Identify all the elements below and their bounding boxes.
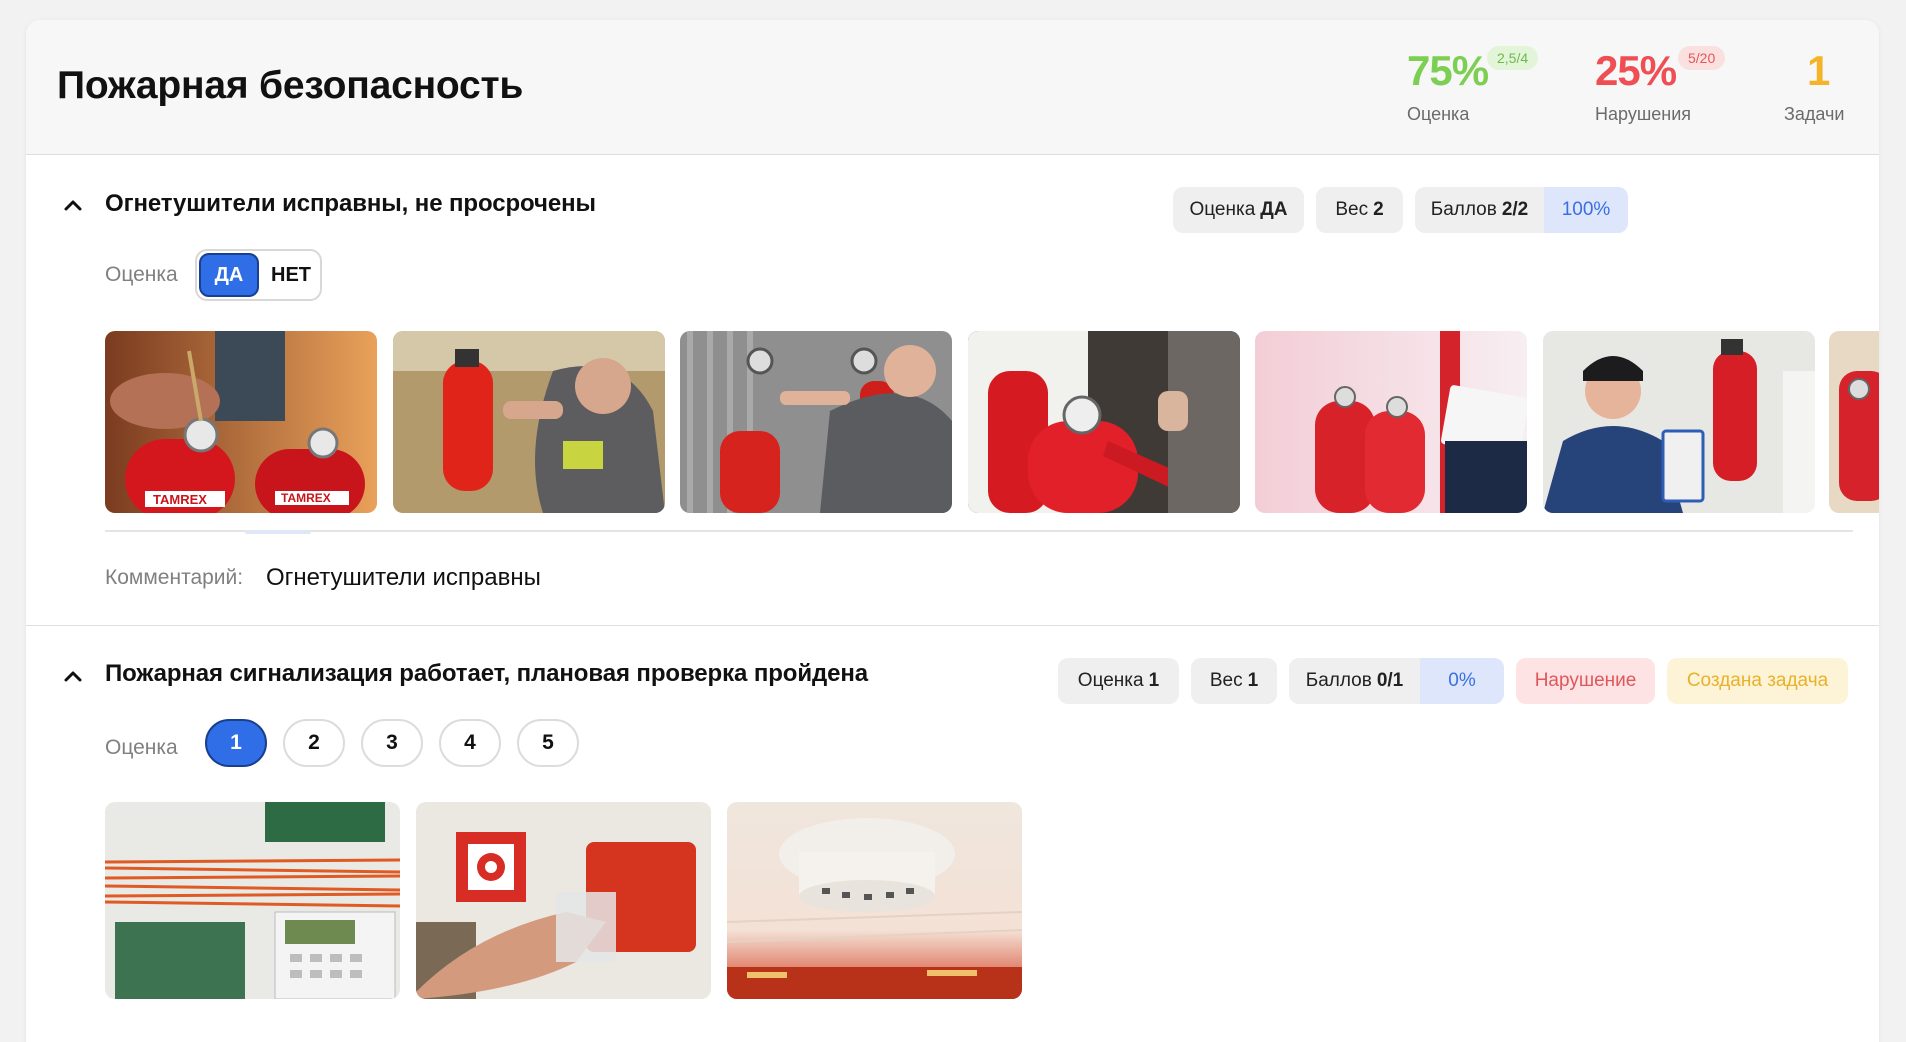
photo-thumbnail[interactable] [680, 331, 952, 513]
comment-text: Огнетушители исправны [266, 564, 541, 591]
photo-thumbnail[interactable] [1829, 331, 1879, 513]
tasks-label: Задачи [1784, 104, 1845, 124]
score-pill-value: 1 [1148, 670, 1160, 691]
tasks-metric[interactable]: 1 Задачи [1784, 50, 1844, 125]
weight-pill-value: 2 [1373, 199, 1384, 220]
collapse-chevron-up-icon[interactable] [62, 194, 84, 216]
page-title: Пожарная безопасность [57, 64, 524, 107]
score-badge: 2,5/4 [1487, 46, 1539, 70]
rating-option-5[interactable]: 5 [517, 719, 579, 767]
fire-extinguisher-closeup-photo-icon [968, 331, 1240, 513]
no-button[interactable]: НЕТ [265, 253, 317, 297]
photo-thumbnail[interactable] [1543, 331, 1815, 513]
yes-no-toggle: ДА НЕТ [195, 249, 322, 301]
violations-metric: 25% 5/20 Нарушения [1595, 46, 1726, 125]
task-created-badge[interactable]: Создана задача [1667, 658, 1848, 704]
photo-thumbnail[interactable] [727, 802, 1022, 999]
rating-label: Оценка [105, 736, 178, 759]
score-label: Оценка [1407, 104, 1470, 124]
weight-pill-label: Вес [1335, 199, 1369, 220]
section-divider [26, 625, 1879, 626]
violations-value: 25% [1595, 47, 1677, 94]
photo-thumbnail[interactable]: TAMREX TAMREX [105, 331, 377, 513]
points-pill-value: 2/2 [1501, 199, 1529, 220]
weight-pill: Вес 2 [1316, 187, 1403, 233]
score-pill-label: Оценка [1189, 199, 1256, 220]
question-title: Огнетушители исправны, не просрочены [105, 190, 596, 217]
points-pill-value: 0/1 [1376, 670, 1404, 691]
yes-button[interactable]: ДА [199, 253, 259, 297]
comment-label: Комментарий: [105, 566, 244, 589]
points-pill: Баллов 0/1 0% [1289, 658, 1504, 704]
fire-extinguisher-service-photo-icon [393, 331, 665, 513]
photo-thumbnail[interactable] [1255, 331, 1527, 513]
smoke-detector-photo-icon [727, 802, 1022, 999]
rating-option-2[interactable]: 2 [283, 719, 345, 767]
photo-scroll-thumb[interactable] [245, 530, 311, 534]
fire-extinguisher-partial-photo-icon [1829, 331, 1879, 513]
points-percent: 0% [1420, 658, 1504, 704]
violations-label: Нарушения [1595, 104, 1692, 124]
checklist-card: Пожарная безопасность 75% 2,5/4 Оценка 2… [26, 20, 1879, 1042]
violations-badge: 5/20 [1678, 46, 1726, 70]
manual-call-point-photo-icon [416, 802, 711, 999]
score-value: 75% [1407, 47, 1489, 94]
score-pill: Оценка ДА [1173, 187, 1304, 233]
photo-thumbnail[interactable] [968, 331, 1240, 513]
points-pill-main: Баллов 0/1 [1289, 658, 1420, 704]
points-pill: Баллов 2/2 100% [1415, 187, 1628, 233]
weight-pill-value: 1 [1247, 670, 1259, 691]
rating-label: Оценка [105, 263, 178, 286]
photo-thumbnail[interactable] [416, 802, 711, 999]
fire-extinguisher-gauge-photo-icon [680, 331, 952, 513]
score-metric: 75% 2,5/4 Оценка [1407, 46, 1539, 125]
rating-option-4[interactable]: 4 [439, 719, 501, 767]
photo-scroll-track[interactable] [105, 530, 1853, 532]
score-pill: Оценка 1 [1058, 658, 1179, 704]
weight-pill-label: Вес [1209, 670, 1243, 691]
fire-extinguisher-inspection-photo-icon: TAMREX TAMREX [105, 331, 377, 513]
question-title: Пожарная сигнализация работает, плановая… [105, 660, 869, 687]
svg-text:TAMREX: TAMREX [153, 492, 207, 507]
weight-pill: Вес 1 [1191, 658, 1277, 704]
photo-thumbnail[interactable] [393, 331, 665, 513]
alarm-control-panel-photo-icon [105, 802, 400, 999]
violation-badge[interactable]: Нарушение [1516, 658, 1655, 704]
rating-option-1[interactable]: 1 [205, 719, 267, 767]
points-percent: 100% [1544, 187, 1628, 233]
svg-text:TAMREX: TAMREX [281, 491, 331, 505]
rating-option-3[interactable]: 3 [361, 719, 423, 767]
score-pill-value: ДА [1260, 199, 1288, 220]
collapse-chevron-up-icon[interactable] [62, 665, 84, 687]
points-pill-label: Баллов [1305, 670, 1372, 691]
tasks-value: 1 [1807, 47, 1830, 94]
fire-extinguisher-checklist-photo-icon [1255, 331, 1527, 513]
points-pill-label: Баллов [1430, 199, 1497, 220]
score-pill-label: Оценка [1077, 670, 1144, 691]
points-pill-main: Баллов 2/2 [1415, 187, 1544, 233]
fire-extinguisher-wall-inspection-photo-icon [1543, 331, 1815, 513]
page-header: Пожарная безопасность 75% 2,5/4 Оценка 2… [26, 20, 1879, 155]
photo-thumbnail[interactable] [105, 802, 400, 999]
